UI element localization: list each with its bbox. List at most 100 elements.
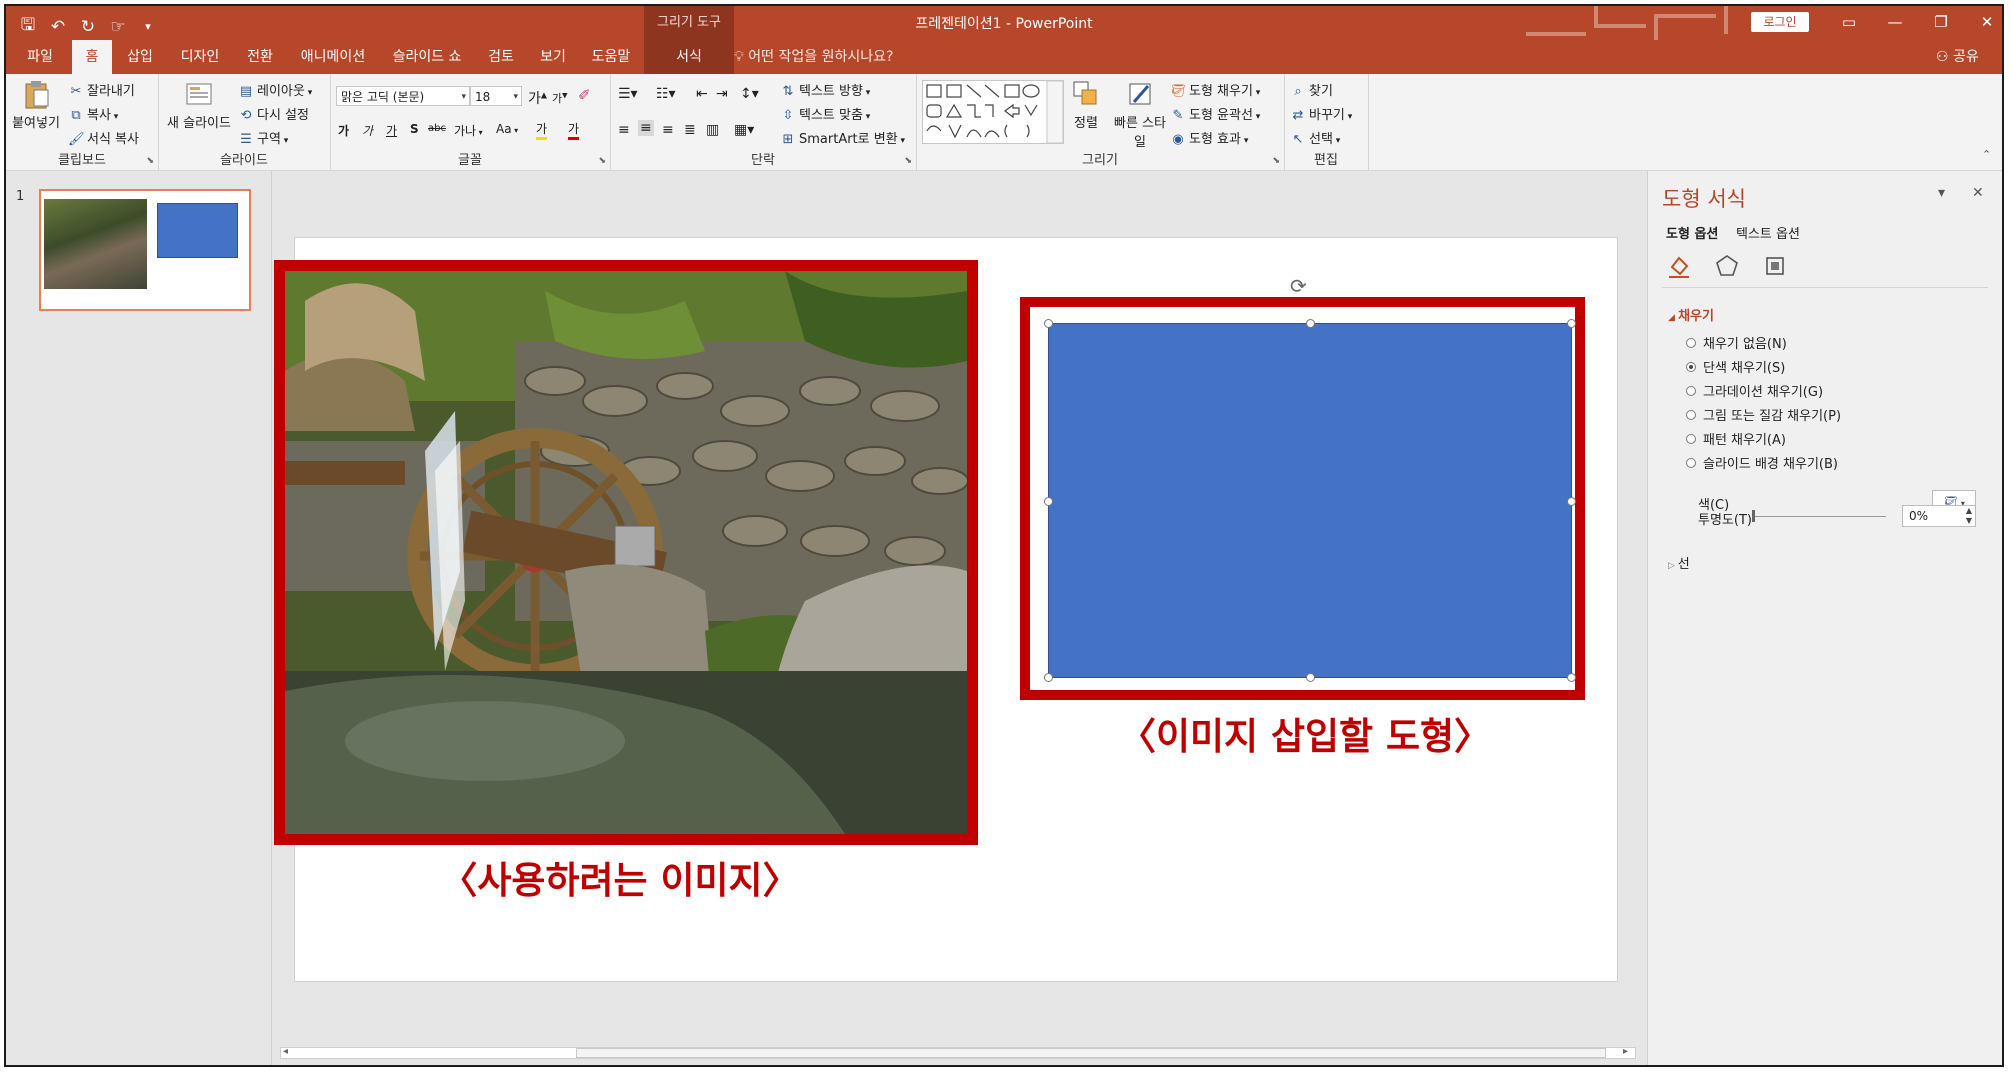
font-color-button[interactable]: 가 [568, 120, 580, 140]
shape-outline-button[interactable]: ✎ 도형 윤곽선 ▾ [1170, 104, 1261, 123]
login-button[interactable]: 로그인 [1751, 12, 1809, 32]
waterwheel-photo[interactable] [285, 271, 967, 834]
italic-button[interactable]: 가 [362, 122, 373, 139]
highlight-button[interactable]: 가 [536, 120, 548, 140]
resize-handle[interactable] [1306, 673, 1315, 682]
dialog-launcher-icon[interactable]: ⬊ [598, 156, 606, 166]
rotate-handle-icon[interactable]: ⟳ [1290, 274, 1307, 298]
reset-button[interactable]: ⟲ 다시 설정 [238, 104, 309, 123]
size-properties-icon[interactable] [1762, 253, 1788, 279]
blue-rectangle-shape[interactable] [1048, 323, 1572, 678]
redo-icon[interactable]: ↻ [80, 17, 96, 37]
bullets-icon[interactable]: ☰▾ [618, 86, 638, 102]
maximize-icon[interactable]: ❐ [1918, 10, 1964, 34]
radio-pattern-fill[interactable]: 패턴 채우기(A) [1686, 429, 1786, 448]
save-icon[interactable]: 🖫 [20, 12, 36, 41]
cut-button[interactable]: ✂ 잘라내기 [68, 80, 135, 99]
resize-handle[interactable] [1044, 673, 1053, 682]
grow-font-button[interactable]: 가▲ [528, 88, 547, 108]
columns-icon[interactable]: ▦▾ [734, 122, 754, 138]
find-button[interactable]: ⌕ 찾기 [1290, 80, 1333, 99]
quick-styles-button[interactable]: 빠른 스타일 [1112, 78, 1168, 150]
align-center-icon[interactable]: ≡ [638, 120, 654, 136]
smartart-button[interactable]: ⊞ SmartArt로 변환 ▾ [780, 128, 906, 147]
pane-options-icon[interactable]: ▾ [1938, 185, 1945, 201]
arrange-button[interactable]: 정렬 [1066, 78, 1106, 131]
change-case-button[interactable]: Aa ▾ [496, 122, 518, 136]
underline-button[interactable]: 가 [386, 122, 397, 139]
ribbon-display-icon[interactable]: ▭ [1826, 10, 1872, 34]
scroll-left-icon[interactable]: ◂ [283, 1046, 288, 1057]
distributed-icon[interactable]: ▥ [706, 122, 719, 138]
clear-format-icon[interactable]: ✐ [578, 86, 591, 104]
radio-picture-fill[interactable]: 그림 또는 질감 채우기(P) [1686, 405, 1841, 424]
decrease-indent-icon[interactable]: ⇤ [696, 86, 708, 102]
fill-section-toggle[interactable]: ◢ 채우기 [1668, 305, 1714, 324]
fill-line-icon[interactable] [1666, 253, 1692, 279]
tab-shape-options[interactable]: 도형 옵션 [1666, 223, 1718, 242]
radio-background-fill[interactable]: 슬라이드 배경 채우기(B) [1686, 453, 1838, 472]
tab-help[interactable]: 도움말 [582, 40, 640, 74]
effects-pentagon-icon[interactable] [1714, 253, 1740, 279]
tab-view[interactable]: 보기 [530, 40, 576, 74]
collapse-ribbon-icon[interactable]: ⌃ [1982, 148, 1991, 161]
line-section-toggle[interactable]: ▷ 선 [1668, 553, 1690, 572]
format-painter-button[interactable]: 🖌︎ 서식 복사 [68, 128, 139, 147]
select-button[interactable]: ↖ 선택 ▾ [1290, 128, 1341, 147]
spinner-arrows-icon[interactable]: ▲ ▼ [1966, 506, 1972, 526]
new-slide-button[interactable]: 새 슬라이드 [162, 78, 236, 131]
slide-thumbnail[interactable] [39, 189, 251, 311]
share-button[interactable]: ⚇ 공유 [1936, 40, 1979, 74]
tab-transitions[interactable]: 전환 [236, 40, 284, 74]
bold-button[interactable]: 가 [338, 122, 349, 139]
tab-home[interactable]: 홈 [72, 40, 112, 74]
font-name-combo[interactable]: 맑은 고딕 (본문) ▾ [336, 86, 470, 106]
shrink-font-button[interactable]: 가▼ [552, 90, 568, 106]
tab-design[interactable]: 디자인 [168, 40, 232, 74]
shapes-gallery[interactable] [922, 80, 1064, 144]
shape-fill-button[interactable]: 🪣︎ 도형 채우기 ▾ [1170, 80, 1260, 99]
resize-handle[interactable] [1044, 497, 1053, 506]
horizontal-scrollbar[interactable]: ◂ ▸ [272, 1043, 1646, 1063]
shadow-button[interactable]: S [410, 122, 419, 136]
tab-insert[interactable]: 삽입 [116, 40, 164, 74]
align-right-icon[interactable]: ≡ [662, 122, 674, 138]
tab-format[interactable]: 서식 [644, 40, 734, 74]
customize-icon[interactable]: ▾ [140, 20, 156, 33]
tab-text-options[interactable]: 텍스트 옵션 [1736, 223, 1800, 242]
layout-button[interactable]: ▤ 레이아웃 ▾ [238, 80, 312, 99]
replace-button[interactable]: ⇄ 바꾸기 ▾ [1290, 104, 1353, 123]
align-left-icon[interactable]: ≡ [618, 122, 630, 138]
resize-handle[interactable] [1044, 319, 1053, 328]
numbering-icon[interactable]: ☷▾ [656, 86, 676, 102]
tab-file[interactable]: 파일 [12, 40, 68, 74]
resize-handle[interactable] [1306, 319, 1315, 328]
radio-solid-fill[interactable]: 단색 채우기(S) [1686, 357, 1785, 376]
radio-no-fill[interactable]: 채우기 없음(N) [1686, 333, 1787, 352]
tab-slideshow[interactable]: 슬라이드 쇼 [382, 40, 472, 74]
dialog-launcher-icon[interactable]: ⬊ [1272, 156, 1280, 166]
minimize-icon[interactable]: — [1872, 10, 1918, 34]
copy-button[interactable]: ⧉ 복사 ▾ [68, 104, 118, 123]
resize-handle[interactable] [1567, 319, 1576, 328]
shape-effects-button[interactable]: ◉ 도형 효과 ▾ [1170, 128, 1248, 147]
tab-review[interactable]: 검토 [478, 40, 524, 74]
touch-mode-icon[interactable]: ☞ [110, 17, 126, 37]
pane-close-icon[interactable]: ✕ [1972, 185, 1984, 201]
scroll-right-icon[interactable]: ▸ [1623, 1046, 1628, 1057]
align-text-button[interactable]: ⇳ 텍스트 맞춤 ▾ [780, 104, 871, 123]
char-spacing-button[interactable]: 가나 ▾ [454, 122, 483, 139]
scroll-thumb[interactable] [576, 1048, 1606, 1058]
dialog-launcher-icon[interactable]: ⬊ [146, 156, 154, 166]
tab-animations[interactable]: 애니메이션 [290, 40, 376, 74]
dialog-launcher-icon[interactable]: ⬊ [904, 156, 912, 166]
line-spacing-icon[interactable]: ↕▾ [740, 86, 759, 102]
slide-canvas[interactable]: 〈사용하려는 이미지〉 ⟳ 〈이미지 삽입할 도형〉 [274, 237, 1618, 982]
transparency-spinner[interactable]: 0% ▲ ▼ [1902, 505, 1976, 527]
tell-me-search[interactable]: 💡︎ 어떤 작업을 원하시나요? [734, 40, 893, 74]
transparency-slider-knob[interactable] [1752, 510, 1755, 522]
font-size-combo[interactable]: 18 ▾ [470, 86, 522, 106]
undo-icon[interactable]: ↶ [50, 17, 66, 37]
resize-handle[interactable] [1567, 673, 1576, 682]
radio-gradient-fill[interactable]: 그라데이션 채우기(G) [1686, 381, 1823, 400]
